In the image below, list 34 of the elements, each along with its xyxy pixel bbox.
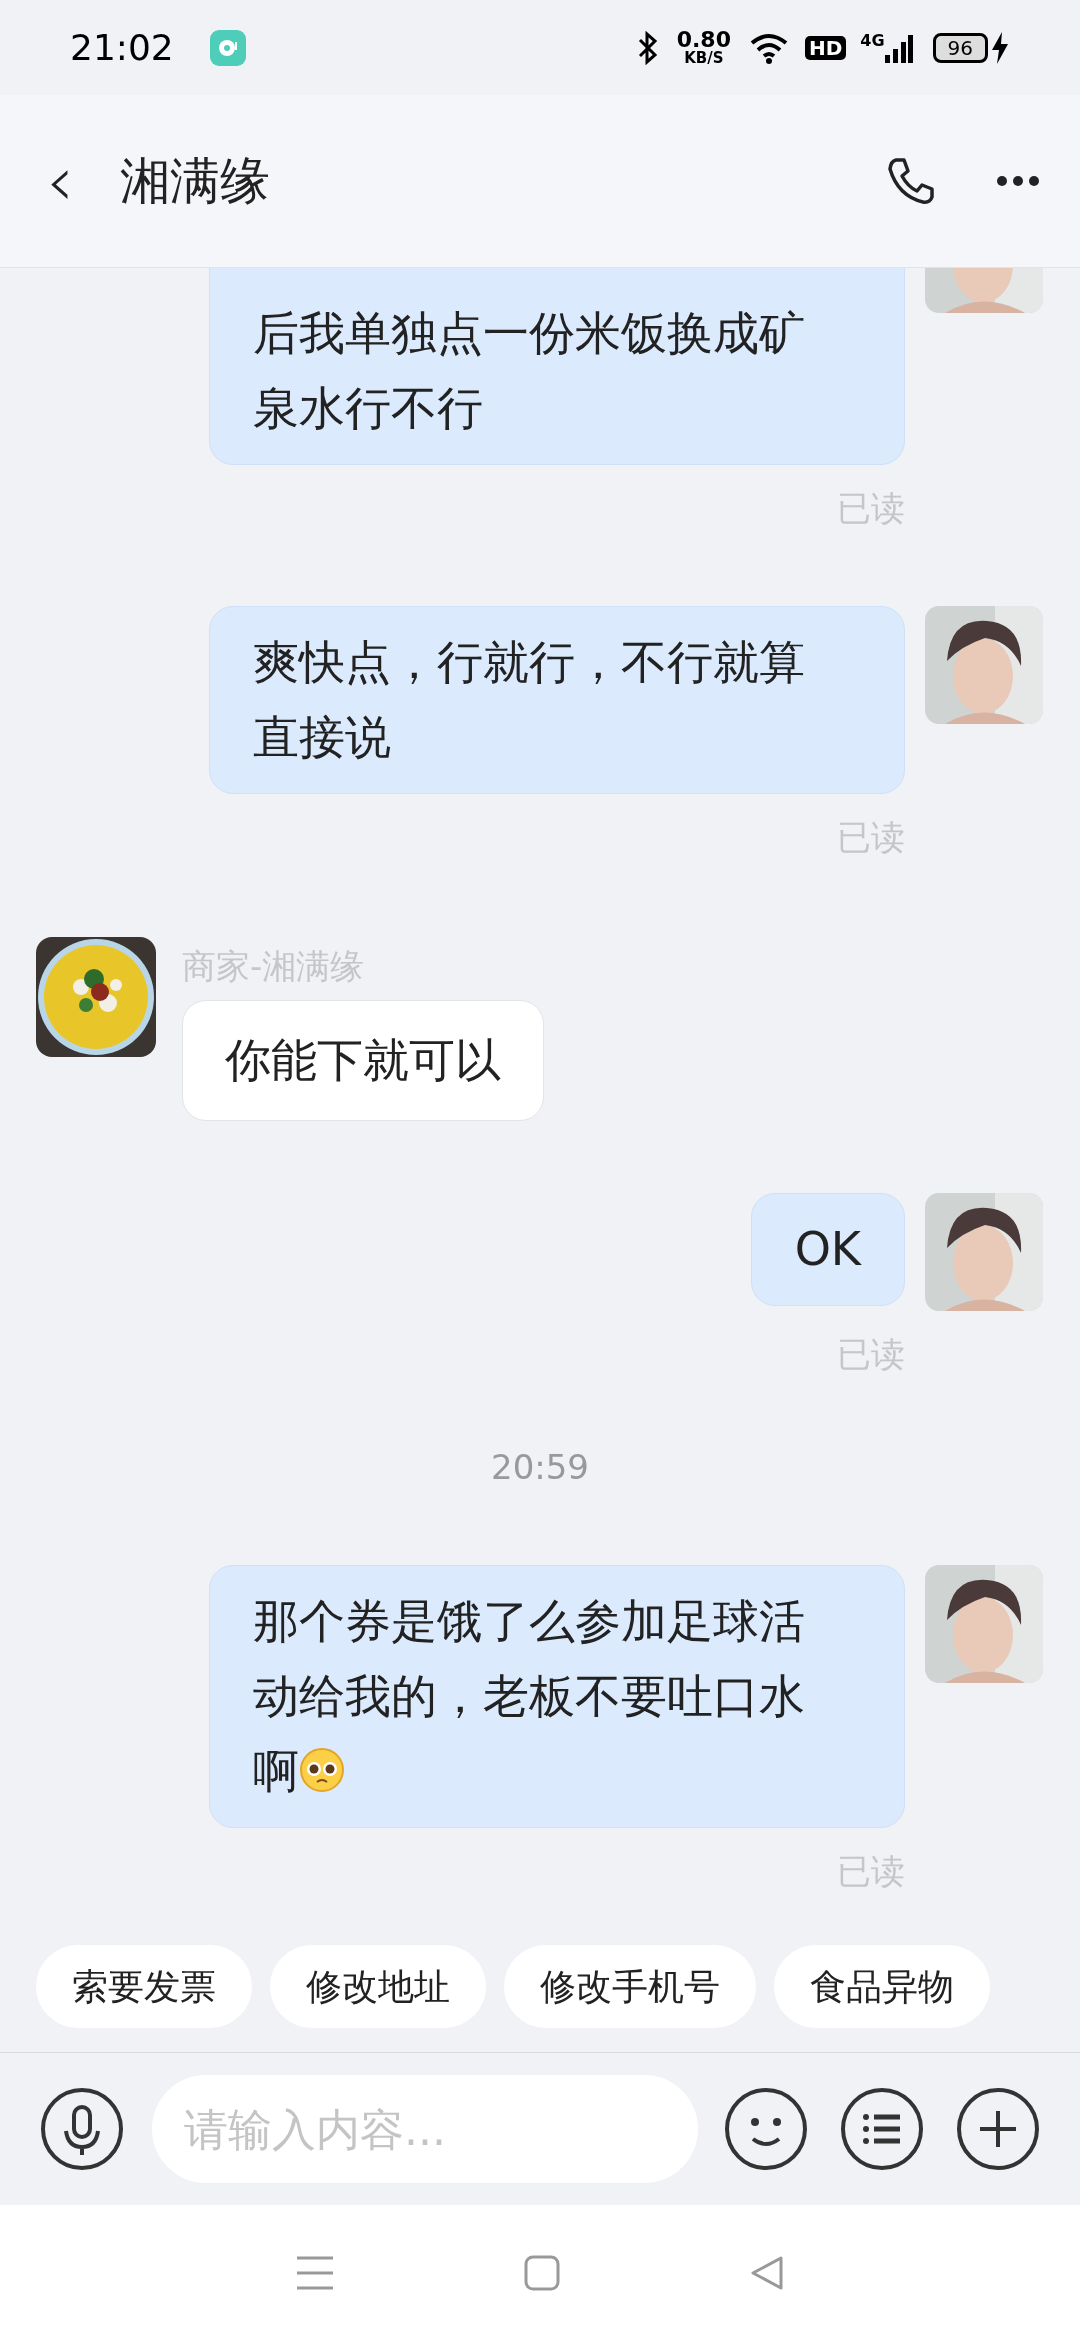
- speed-unit: KB/S: [684, 51, 724, 66]
- back-icon[interactable]: [749, 2254, 786, 2291]
- emoji-icon[interactable]: [724, 2087, 808, 2171]
- status-time: 21:02: [70, 25, 174, 70]
- list-icon[interactable]: [840, 2087, 924, 2171]
- message-bubble: 你能下就可以: [182, 1000, 544, 1121]
- message-bubble: 爽快点，行就行，不行就算直接说: [209, 606, 905, 794]
- pleading-face-icon: [299, 1747, 345, 1793]
- chat-title: 湘满缘: [120, 150, 270, 212]
- quick-reply-chip[interactable]: 修改手机号: [504, 1945, 756, 2028]
- wifi-icon: [748, 31, 789, 64]
- home-icon[interactable]: [524, 2254, 560, 2291]
- microphone-icon[interactable]: [40, 2087, 124, 2171]
- quick-reply-chip[interactable]: 食品异物: [774, 1945, 990, 2028]
- bluetooth-icon: [636, 30, 659, 65]
- signal-icon: [884, 32, 913, 63]
- message-bubble: 那个券是饿了么参加足球活动给我的，老板不要吐口水啊: [209, 1565, 905, 1828]
- network-speed: 0.80: [676, 29, 731, 51]
- charging-icon: [990, 31, 1010, 64]
- app-icon: [209, 29, 246, 66]
- message-bubble: OK: [750, 1193, 905, 1306]
- quick-reply-chip[interactable]: 索要发票: [36, 1945, 252, 2028]
- phone-icon[interactable]: [886, 156, 936, 206]
- menu-icon[interactable]: [294, 2254, 335, 2291]
- message-bubble: 后我单独点一份米饭换成矿泉水行不行: [209, 268, 905, 465]
- quick-reply-chip[interactable]: 修改地址: [270, 1945, 486, 2028]
- more-icon[interactable]: [996, 175, 1040, 187]
- battery-level: 96: [932, 32, 988, 63]
- network-type: 4G: [860, 32, 885, 49]
- timestamp: 20:59: [491, 1446, 589, 1489]
- hd-badge: HD: [804, 35, 847, 60]
- back-button[interactable]: ‹: [30, 146, 90, 216]
- message-input[interactable]: 请输入内容...: [152, 2075, 698, 2183]
- add-icon[interactable]: [956, 2087, 1040, 2171]
